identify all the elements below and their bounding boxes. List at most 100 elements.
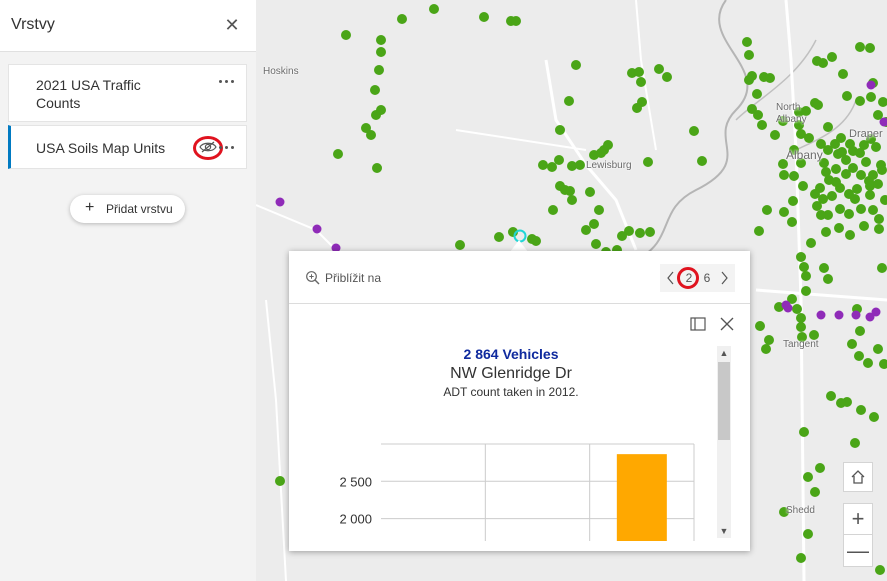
traffic-point[interactable] [873,179,883,189]
traffic-point[interactable] [834,223,844,233]
add-layer-button[interactable]: + Přidat vrstvu [70,195,185,223]
traffic-point[interactable] [866,92,876,102]
traffic-point[interactable] [816,210,826,220]
traffic-point[interactable] [596,148,606,158]
traffic-point[interactable] [662,72,672,82]
traffic-point[interactable] [877,165,887,175]
scroll-down-arrow[interactable]: ▼ [717,524,731,538]
traffic-point[interactable] [856,204,866,214]
traffic-point[interactable] [762,205,772,215]
traffic-point[interactable] [879,359,887,369]
traffic-point[interactable] [854,351,864,361]
zoom-out-button[interactable]: — [844,536,872,567]
traffic-point[interactable] [796,553,806,563]
traffic-point[interactable] [697,156,707,166]
traffic-point[interactable] [875,565,885,575]
traffic-point[interactable] [567,195,577,205]
layer-item-soils-map-units[interactable]: USA Soils Map Units [8,125,247,169]
traffic-point[interactable] [765,73,775,83]
traffic-point[interactable] [821,227,831,237]
traffic-point[interactable] [796,322,806,332]
traffic-point[interactable] [555,125,565,135]
traffic-point[interactable] [654,64,664,74]
soils-point[interactable] [834,310,844,320]
traffic-point[interactable] [823,122,833,132]
traffic-point[interactable] [798,181,808,191]
soils-point[interactable] [851,310,861,320]
traffic-point[interactable] [565,186,575,196]
scroll-thumb[interactable] [718,362,730,440]
traffic-point[interactable] [275,476,285,486]
traffic-point[interactable] [847,339,857,349]
traffic-point[interactable] [868,205,878,215]
traffic-point[interactable] [868,170,878,180]
traffic-point[interactable] [494,232,504,242]
traffic-point[interactable] [874,224,884,234]
traffic-point[interactable] [844,209,854,219]
traffic-point[interactable] [838,69,848,79]
traffic-point[interactable] [831,164,841,174]
traffic-point[interactable] [564,96,574,106]
traffic-point[interactable] [632,103,642,113]
traffic-point[interactable] [603,140,613,150]
traffic-point[interactable] [859,221,869,231]
traffic-point[interactable] [744,75,754,85]
traffic-point[interactable] [803,529,813,539]
traffic-point[interactable] [757,120,767,130]
traffic-point[interactable] [744,50,754,60]
traffic-point[interactable] [511,16,521,26]
traffic-point[interactable] [372,163,382,173]
dock-icon[interactable] [690,317,706,331]
traffic-point[interactable] [865,190,875,200]
traffic-point[interactable] [755,321,765,331]
traffic-point[interactable] [827,52,837,62]
traffic-point[interactable] [801,286,811,296]
traffic-point[interactable] [823,274,833,284]
chevron-right-icon[interactable] [718,270,730,286]
traffic-point[interactable] [836,133,846,143]
popup-scrollbar[interactable]: ▲ ▼ [717,346,731,538]
traffic-point[interactable] [374,65,384,75]
traffic-point[interactable] [869,412,879,422]
traffic-point[interactable] [863,358,873,368]
traffic-point[interactable] [787,217,797,227]
traffic-point[interactable] [370,85,380,95]
traffic-point[interactable] [779,170,789,180]
traffic-point[interactable] [764,335,774,345]
traffic-point[interactable] [880,195,887,205]
traffic-point[interactable] [855,42,865,52]
chevron-left-icon[interactable] [665,270,677,286]
traffic-point[interactable] [799,427,809,437]
traffic-point[interactable] [836,398,846,408]
traffic-point[interactable] [376,47,386,57]
traffic-point[interactable] [856,405,866,415]
traffic-point[interactable] [806,238,816,248]
traffic-point[interactable] [455,240,465,250]
traffic-point[interactable] [742,37,752,47]
soils-point[interactable] [783,303,793,313]
traffic-point[interactable] [585,187,595,197]
traffic-point[interactable] [571,60,581,70]
traffic-point[interactable] [850,438,860,448]
traffic-point[interactable] [826,391,836,401]
soils-point[interactable] [816,310,826,320]
traffic-point[interactable] [799,262,809,272]
traffic-point[interactable] [815,463,825,473]
traffic-point[interactable] [855,148,865,158]
traffic-point[interactable] [850,194,860,204]
traffic-point[interactable] [581,225,591,235]
traffic-point[interactable] [873,344,883,354]
traffic-point[interactable] [831,177,841,187]
traffic-point[interactable] [752,89,762,99]
more-horizontal-icon[interactable] [218,77,236,87]
layer-item-traffic-counts[interactable]: 2021 USA Traffic Counts [8,64,247,122]
traffic-point[interactable] [792,304,802,314]
traffic-point[interactable] [617,231,627,241]
traffic-point[interactable] [589,219,599,229]
traffic-point[interactable] [554,155,564,165]
traffic-point[interactable] [810,487,820,497]
traffic-point[interactable] [645,227,655,237]
traffic-point[interactable] [376,105,386,115]
traffic-point[interactable] [689,126,699,136]
traffic-point[interactable] [591,239,601,249]
